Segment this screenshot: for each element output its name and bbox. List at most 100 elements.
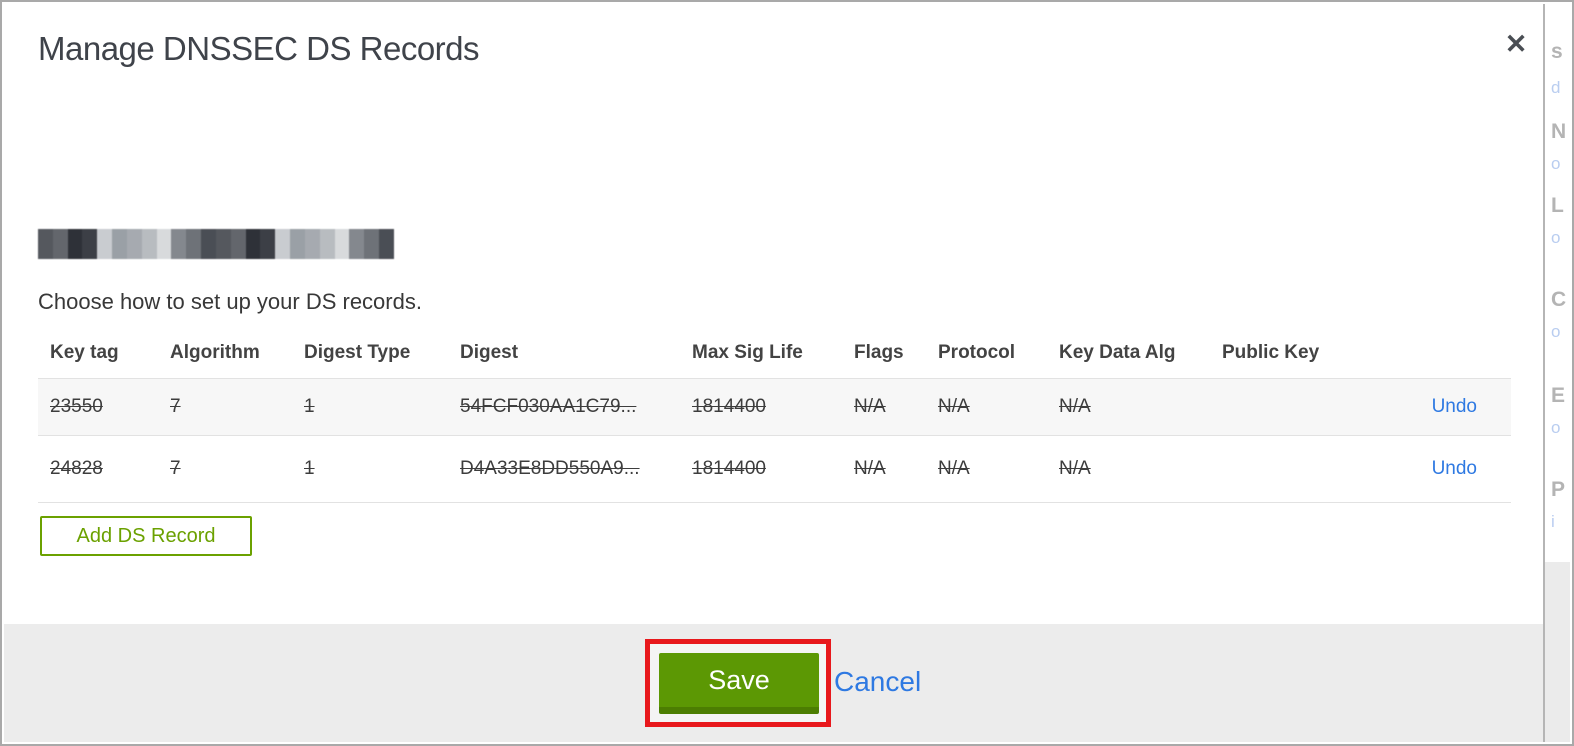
- background-text-fragment: o: [1551, 322, 1561, 341]
- redacted-pixel-tile: [290, 244, 305, 259]
- background-text-fragment: N: [1551, 120, 1567, 143]
- cell-digest-type: 1: [304, 396, 315, 417]
- col-header-protocol: Protocol: [938, 342, 1016, 363]
- redacted-pixel-tile: [334, 229, 350, 244]
- col-header-digest-type: Digest Type: [304, 342, 411, 363]
- col-header-max-sig-life: Max Sig Life: [692, 342, 803, 363]
- redacted-pixel-tile: [260, 229, 276, 244]
- redacted-pixel-tile: [156, 229, 172, 244]
- redacted-pixel-tile: [304, 229, 320, 244]
- background-text-fragment: L: [1551, 194, 1564, 217]
- redacted-pixel-tile: [230, 229, 246, 244]
- redacted-pixel-tile: [290, 229, 305, 244]
- redacted-pixel-tile: [304, 244, 320, 259]
- background-text-fragment: E: [1551, 384, 1566, 407]
- redacted-pixel-tile: [97, 229, 113, 244]
- redacted-pixel-tile: [141, 229, 157, 244]
- redacted-pixel-tile: [141, 244, 157, 259]
- redacted-pixel-tile: [126, 244, 142, 259]
- redacted-pixel-tile: [112, 229, 127, 244]
- background-text-fragment: o: [1551, 418, 1561, 437]
- redacted-pixel-tile: [112, 244, 127, 259]
- ds-record-row-1: 23550 7 1 54FCF030AA1C79... 1814400 N/A …: [38, 378, 1511, 436]
- redacted-pixel-tile: [171, 229, 187, 244]
- ds-record-row-2: 24828 7 1 D4A33E8DD550A9... 1814400 N/A …: [38, 435, 1511, 503]
- cell-max-sig-life: 1814400: [692, 458, 766, 479]
- redacted-pixel-tile: [82, 229, 98, 244]
- cell-algorithm: 7: [170, 396, 181, 417]
- redacted-pixel-tile: [201, 244, 216, 259]
- background-text-fragment: i: [1551, 512, 1555, 531]
- redacted-pixel-tile: [349, 244, 365, 259]
- cell-public-key: [1210, 436, 1391, 503]
- redacted-pixel-tile: [275, 244, 291, 259]
- background-text-fragment: o: [1551, 154, 1561, 173]
- cell-key-data-alg: N/A: [1059, 458, 1091, 479]
- background-text-fragment: P: [1551, 478, 1566, 501]
- undo-link[interactable]: Undo: [1432, 458, 1477, 479]
- redacted-pixel-tile: [126, 229, 142, 244]
- redacted-pixel-tile: [215, 244, 231, 259]
- background-text-fragment: C: [1551, 288, 1567, 311]
- col-header-key-tag: Key tag: [50, 342, 119, 363]
- cell-digest: 54FCF030AA1C79...: [460, 396, 637, 417]
- background-page-strip: sdNoLoCoEoPi: [1543, 4, 1570, 742]
- redacted-pixel-tile: [201, 229, 216, 244]
- cell-public-key: [1210, 379, 1391, 436]
- redacted-pixel-tile: [364, 229, 380, 244]
- close-icon[interactable]: ✕: [1496, 24, 1536, 64]
- redacted-pixel-tile: [215, 229, 231, 244]
- cell-max-sig-life: 1814400: [692, 396, 766, 417]
- redacted-pixel-tile: [319, 229, 335, 244]
- cell-digest-type: 1: [304, 458, 315, 479]
- col-header-actions: [1391, 332, 1511, 379]
- redacted-pixel-tile: [379, 229, 394, 244]
- redacted-pixel-tile: [186, 229, 202, 244]
- cell-algorithm: 7: [170, 458, 181, 479]
- add-ds-record-button[interactable]: Add DS Record: [40, 516, 252, 556]
- redacted-pixel-tile: [186, 244, 202, 259]
- cancel-link[interactable]: Cancel: [834, 666, 921, 698]
- background-page-footer: [1545, 562, 1570, 742]
- redacted-pixel-tile: [97, 244, 113, 259]
- background-text-fragment: d: [1551, 78, 1561, 97]
- background-text-fragment: o: [1551, 228, 1561, 247]
- dnssec-modal: Manage DNSSEC DS Records ✕ Choose how to…: [0, 0, 1574, 746]
- cell-flags: N/A: [854, 458, 886, 479]
- redacted-pixel-tile: [38, 244, 53, 259]
- redacted-pixel-tile: [349, 229, 365, 244]
- cell-flags: N/A: [854, 396, 886, 417]
- cell-protocol: N/A: [938, 396, 970, 417]
- redacted-pixel-tile: [364, 244, 380, 259]
- redacted-pixel-tile: [156, 244, 172, 259]
- ds-records-table: Key tag Algorithm Digest Type Digest Max…: [38, 332, 1511, 503]
- col-header-key-data-alg: Key Data Alg: [1059, 342, 1176, 363]
- instruction-text: Choose how to set up your DS records.: [38, 289, 422, 314]
- redacted-pixel-tile: [67, 244, 83, 259]
- cell-protocol: N/A: [938, 458, 970, 479]
- redacted-pixel-tile: [379, 244, 394, 259]
- col-header-digest: Digest: [460, 342, 519, 363]
- col-header-public-key: Public Key: [1222, 342, 1320, 363]
- redacted-pixel-tile: [230, 244, 246, 259]
- redacted-pixel-tile: [52, 229, 68, 244]
- redacted-pixel-tile: [245, 229, 261, 244]
- col-header-algorithm: Algorithm: [170, 342, 260, 363]
- cell-key-tag: 24828: [50, 458, 103, 479]
- cell-key-data-alg: N/A: [1059, 396, 1091, 417]
- cell-digest: D4A33E8DD550A9...: [460, 458, 640, 479]
- redacted-pixel-tile: [260, 244, 276, 259]
- undo-link[interactable]: Undo: [1432, 396, 1477, 417]
- redacted-pixel-tile: [334, 244, 350, 259]
- redacted-pixel-tile: [82, 244, 98, 259]
- redacted-pixel-tile: [67, 229, 83, 244]
- page-title: Manage DNSSEC DS Records: [38, 30, 480, 67]
- redacted-pixel-tile: [52, 244, 68, 259]
- redacted-pixel-tile: [275, 229, 291, 244]
- col-header-flags: Flags: [854, 342, 904, 363]
- redacted-pixel-tile: [319, 244, 335, 259]
- cell-key-tag: 23550: [50, 396, 103, 417]
- save-button[interactable]: Save: [659, 653, 819, 714]
- redacted-pixel-tile: [245, 244, 261, 259]
- redacted-domain-name: [38, 229, 394, 259]
